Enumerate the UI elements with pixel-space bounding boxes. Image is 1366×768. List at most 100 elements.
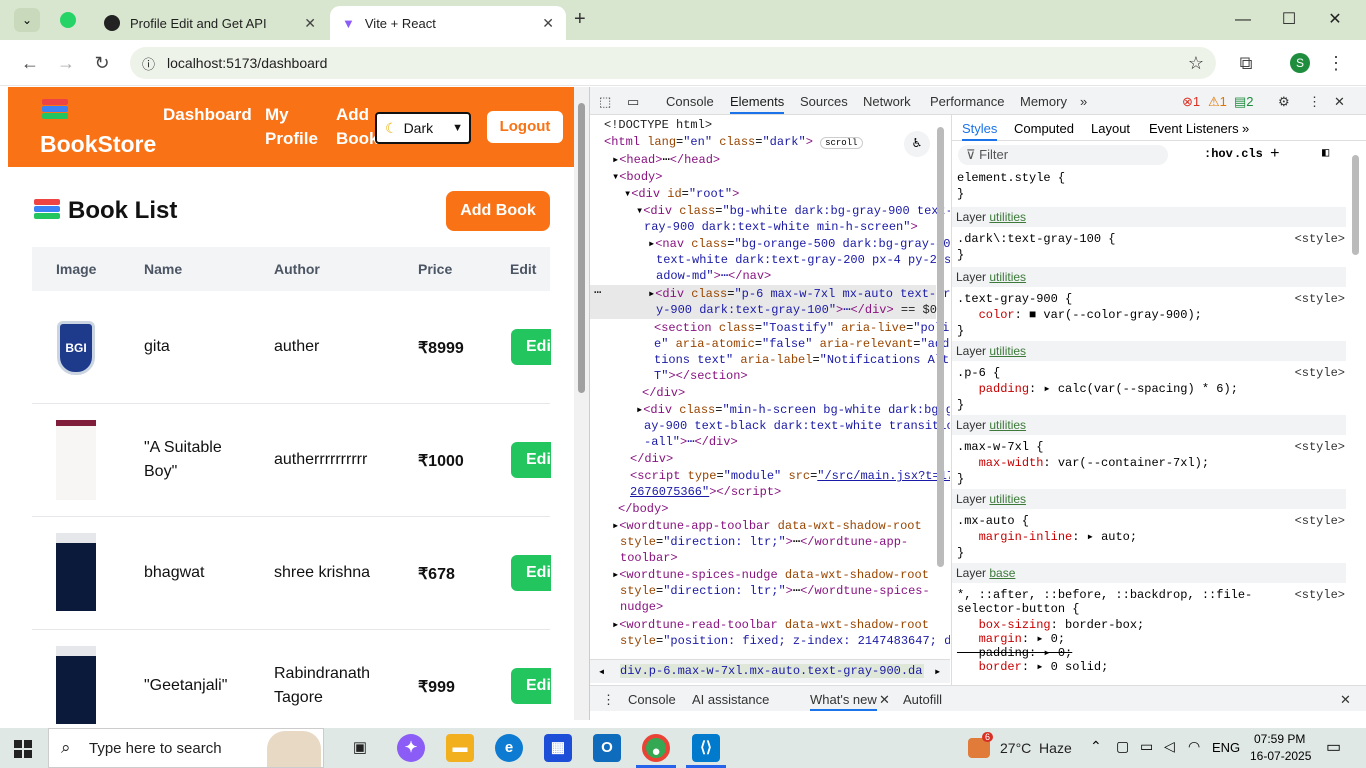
tab-network[interactable]: Network bbox=[863, 94, 911, 109]
edit-button[interactable]: Edit bbox=[511, 329, 551, 365]
brand-title[interactable]: BookStore bbox=[40, 131, 156, 158]
drawer-tab-whats-new[interactable]: What's new bbox=[810, 692, 877, 711]
tab-styles[interactable]: Styles bbox=[962, 121, 998, 141]
taskbar-search[interactable]: ⌕ Type here to search bbox=[48, 728, 324, 768]
elements-scrollbar[interactable] bbox=[937, 127, 944, 567]
bookmark-star-icon[interactable]: ☆ bbox=[1188, 53, 1204, 74]
page-scrollbar[interactable] bbox=[574, 87, 589, 720]
close-drawer-icon[interactable]: ✕ bbox=[1340, 692, 1351, 708]
book-author: shree krishna bbox=[274, 564, 371, 581]
outlook-icon[interactable]: O bbox=[593, 734, 621, 762]
tab-console[interactable]: Console bbox=[666, 94, 714, 109]
scrollbar-thumb[interactable] bbox=[578, 103, 585, 393]
file-explorer-icon[interactable]: ▬ bbox=[446, 734, 474, 762]
error-count[interactable]: ⊗1 bbox=[1182, 94, 1200, 110]
breadcrumb-left-icon[interactable]: ◂ bbox=[598, 664, 605, 679]
accessibility-icon[interactable]: ♿ bbox=[904, 131, 930, 157]
edit-button[interactable]: Edit bbox=[511, 442, 551, 478]
nav-profile-line1: My bbox=[265, 105, 289, 124]
close-window-button[interactable]: ✕ bbox=[1312, 8, 1358, 32]
tab-performance[interactable]: Performance bbox=[930, 94, 1004, 109]
tab-computed[interactable]: Computed bbox=[1014, 121, 1074, 136]
browser-window: ⌄ Profile Edit and Get API ✕ ▼ Vite + Re… bbox=[0, 0, 1366, 728]
nav-add-book[interactable]: Add Book bbox=[336, 103, 379, 151]
drawer-tab-ai[interactable]: AI assistance bbox=[692, 692, 769, 707]
breadcrumb-text[interactable]: div.p-6.max-w-7xl.mx-auto.text-gray-900.… bbox=[620, 664, 924, 678]
minimize-button[interactable]: — bbox=[1220, 8, 1266, 32]
logout-button[interactable]: Logout bbox=[487, 111, 563, 143]
theme-select[interactable]: ☾ Dark ▼ bbox=[375, 112, 471, 144]
site-info-icon[interactable]: ⓘ bbox=[142, 54, 155, 73]
start-button[interactable] bbox=[14, 740, 32, 758]
tab-memory[interactable]: Memory bbox=[1020, 94, 1067, 109]
tab-event-listeners[interactable]: Event Listeners bbox=[1149, 121, 1239, 136]
breadcrumb[interactable]: ◂ div.p-6.max-w-7xl.mx-auto.text-gray-90… bbox=[590, 659, 950, 683]
issue-count[interactable]: ▤2 bbox=[1234, 94, 1254, 110]
avatar[interactable]: S bbox=[1290, 53, 1310, 73]
search-highlight-image bbox=[267, 731, 321, 767]
drawer-tab-autofill[interactable]: Autofill bbox=[903, 692, 942, 707]
elements-tree[interactable]: <!DOCTYPE html> <html lang="en" class="d… bbox=[590, 115, 950, 659]
close-icon[interactable]: ✕ bbox=[542, 15, 554, 32]
reload-button[interactable]: ↻ bbox=[88, 49, 116, 77]
sidebar-toggle-icon[interactable]: ◧ bbox=[1322, 145, 1329, 160]
store-icon[interactable]: ▦ bbox=[544, 734, 572, 762]
language-indicator[interactable]: ENG bbox=[1212, 740, 1240, 755]
drawer-tab-console[interactable]: Console bbox=[628, 692, 676, 707]
clock-date[interactable]: 16-07-2025 bbox=[1250, 749, 1311, 763]
hov-toggle[interactable]: :hov bbox=[1204, 147, 1233, 161]
back-button[interactable]: ← bbox=[16, 49, 44, 77]
edit-button[interactable]: Edit bbox=[511, 555, 551, 591]
chevron-up-icon[interactable]: ⌃ bbox=[1090, 738, 1102, 755]
edit-button[interactable]: Edit bbox=[511, 668, 551, 704]
close-icon[interactable]: ✕ bbox=[304, 15, 316, 32]
notifications-icon[interactable]: ▭ bbox=[1326, 737, 1341, 757]
drawer-menu-icon[interactable]: ⋮ bbox=[602, 692, 615, 708]
edge-icon[interactable]: e bbox=[495, 734, 523, 762]
new-tab-button[interactable]: + bbox=[574, 8, 586, 31]
device-toolbar-icon[interactable]: ▭ bbox=[627, 94, 639, 110]
nav-my-profile[interactable]: My Profile bbox=[265, 103, 318, 151]
weather-text[interactable]: 27°C Haze bbox=[1000, 740, 1072, 756]
tab-profile-edit[interactable]: Profile Edit and Get API ✕ bbox=[92, 6, 328, 40]
menu-kebab-icon[interactable]: ⋮ bbox=[1322, 49, 1350, 77]
copilot-icon[interactable]: ✦ bbox=[397, 734, 425, 762]
forward-button[interactable]: → bbox=[52, 49, 80, 77]
close-icon[interactable]: ✕ bbox=[879, 692, 890, 708]
speaker-icon[interactable]: ◁ bbox=[1164, 738, 1175, 755]
wifi-icon[interactable]: ◠ bbox=[1188, 738, 1200, 755]
maximize-button[interactable]: ☐ bbox=[1266, 8, 1312, 32]
devtools-menu-icon[interactable]: ⋮ bbox=[1308, 94, 1321, 110]
nav-dashboard[interactable]: Dashboard bbox=[163, 103, 252, 127]
styles-filter[interactable]: ⊽ Filter bbox=[958, 145, 1168, 165]
close-devtools-icon[interactable]: ✕ bbox=[1334, 94, 1345, 110]
breadcrumb-right-icon[interactable]: ▸ bbox=[934, 664, 941, 679]
add-rule-icon[interactable]: + bbox=[1270, 145, 1280, 163]
extensions-icon[interactable]: ⧉ bbox=[1232, 49, 1260, 77]
tab-search-button[interactable]: ⌄ bbox=[14, 8, 40, 32]
gear-icon[interactable]: ⚙ bbox=[1278, 94, 1290, 110]
tab-elements[interactable]: Elements bbox=[730, 94, 785, 114]
cls-toggle[interactable]: .cls bbox=[1234, 147, 1263, 161]
whatsapp-tab-icon[interactable] bbox=[60, 12, 76, 28]
warning-count[interactable]: ⚠1 bbox=[1208, 94, 1227, 110]
table-row: bhagwat shree krishna ₹678 Edit bbox=[32, 517, 551, 630]
more-tabs-icon[interactable]: » bbox=[1080, 94, 1087, 109]
task-view-icon[interactable]: ▣ bbox=[346, 734, 374, 762]
chrome-icon[interactable]: ● bbox=[642, 734, 670, 762]
more-icon[interactable]: » bbox=[1242, 121, 1249, 136]
battery-icon[interactable]: ▭ bbox=[1140, 738, 1153, 755]
styles-tabs: Styles Computed Layout Event Listeners » bbox=[952, 115, 1366, 141]
nav-add-line1: Add bbox=[336, 105, 370, 124]
tab-layout[interactable]: Layout bbox=[1091, 121, 1130, 136]
tab-sources[interactable]: Sources bbox=[800, 94, 848, 109]
clock-time[interactable]: 07:59 PM bbox=[1254, 732, 1305, 746]
add-book-button[interactable]: Add Book bbox=[446, 191, 550, 231]
meet-now-icon[interactable]: ▢ bbox=[1116, 738, 1129, 755]
address-bar[interactable]: ⓘ localhost:5173/dashboard ☆ bbox=[130, 47, 1216, 79]
inspect-icon[interactable]: ⬚ bbox=[599, 94, 611, 110]
tab-vite-react[interactable]: ▼ Vite + React ✕ bbox=[330, 6, 566, 40]
vscode-icon[interactable]: ⟨⟩ bbox=[692, 734, 720, 762]
styles-scrollbar[interactable] bbox=[1352, 155, 1359, 255]
devtools-tabs: ⬚ ▭ Console Elements Sources Network Per… bbox=[590, 87, 1366, 115]
